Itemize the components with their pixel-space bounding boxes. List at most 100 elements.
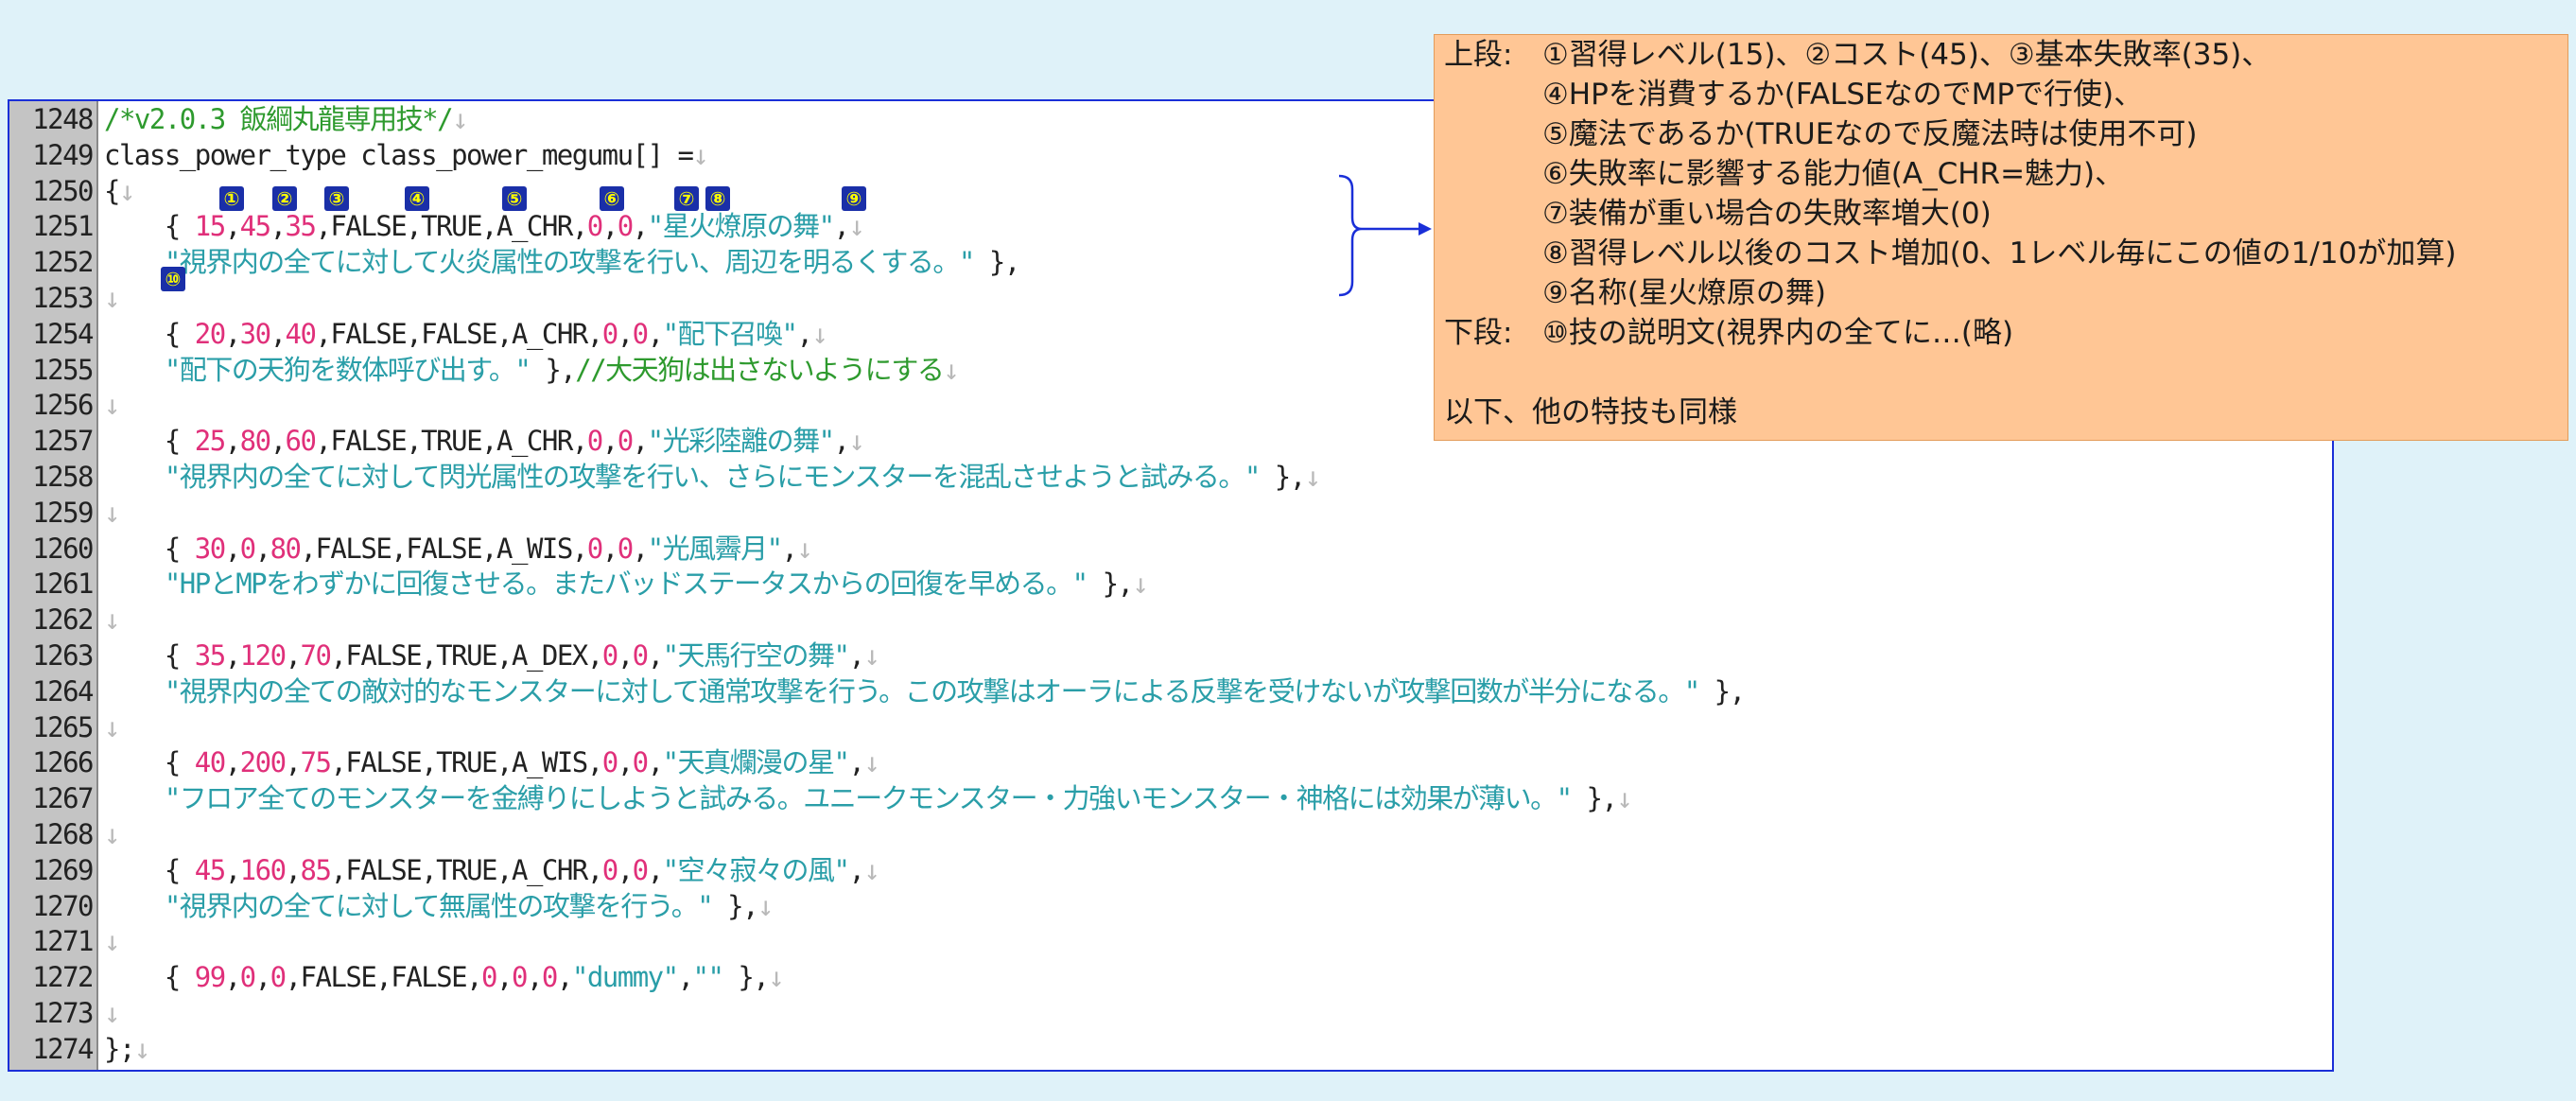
code-token: 45 — [239, 210, 271, 243]
code-token: 0 — [511, 961, 528, 994]
code-token: , — [632, 425, 649, 458]
code-text: { 30,0,80,FALSE,FALSE,A_WIS,0,0,"光風霽月",↓ — [104, 531, 813, 567]
code-token: , — [781, 532, 798, 565]
annotation-upper-row-3: ⑤魔法であるか(TRUEなので反魔法時は使用不可) — [1444, 114, 2558, 154]
code-token: "光彩陸離の舞" — [647, 425, 835, 458]
newline-marker: ↓ — [104, 925, 120, 958]
line-number: 1271 — [32, 925, 94, 958]
code-token: "天真爛漫の星" — [662, 746, 850, 779]
line-number: 1258 — [32, 461, 94, 493]
code-line[interactable]: 1268 ↓ — [9, 816, 2332, 852]
code-token: , — [601, 425, 618, 458]
code-token: , — [617, 853, 634, 886]
code-token: { — [104, 174, 120, 207]
code-token: , — [632, 532, 649, 565]
code-token: , — [617, 746, 634, 779]
code-token: }, — [973, 246, 1020, 279]
code-text: { 35,120,70,FALSE,TRUE,A_DEX,0,0,"天馬行空の舞… — [104, 638, 880, 673]
code-token: { — [104, 317, 195, 350]
line-number: 1251 — [32, 210, 94, 243]
code-text: ↓ — [104, 387, 120, 423]
code-token: , — [285, 746, 302, 779]
code-token: 40 — [194, 746, 226, 779]
code-line[interactable]: 1274 };↓ — [9, 1031, 2332, 1067]
code-token: ,FALSE,TRUE,A_CHR, — [315, 425, 588, 458]
code-token: "天馬行空の舞" — [662, 639, 850, 672]
code-token: ,FALSE,TRUE,A_WIS, — [330, 746, 603, 779]
code-token: }, — [1571, 782, 1617, 815]
code-text: "視界内の全てに対して火炎属性の攻撃を行い、周辺を明るくする。" }, — [104, 244, 1020, 280]
code-token: "配下の天狗を数体呼び出す。" — [164, 353, 531, 386]
newline-marker: ↓ — [1616, 782, 1632, 815]
code-text: "配下の天狗を数体呼び出す。" },//大天狗は出さないようにする↓ — [104, 352, 960, 388]
code-token: 99 — [194, 961, 226, 994]
code-line[interactable]: 1266 { 40,200,75,FALSE,TRUE,A_WIS,0,0,"天… — [9, 744, 2332, 780]
code-line[interactable]: 1267 "フロア全てのモンスターを金縛りにしようと試みる。ユニークモンスター・… — [9, 780, 2332, 816]
code-line[interactable]: 1263 { 35,120,70,FALSE,TRUE,A_DEX,0,0,"天… — [9, 638, 2332, 673]
line-number: 1274 — [32, 1032, 94, 1065]
code-token: { — [104, 853, 195, 886]
code-line[interactable]: 1258 "視界内の全てに対して閃光属性の攻撃を行い、さらにモンスターを混乱させ… — [9, 459, 2332, 495]
code-token: , — [556, 961, 573, 994]
newline-marker: ↓ — [452, 103, 468, 135]
code-line[interactable]: 1261 "HPとMPをわずかに回復させる。またバッドステータスからの回復を早め… — [9, 566, 2332, 602]
code-token: , — [270, 210, 287, 243]
code-token: "dummy" — [571, 961, 679, 994]
code-text: "視界内の全てに対して無属性の攻撃を行う。" },↓ — [104, 888, 775, 924]
lower-label: 下段: — [1444, 316, 1513, 350]
code-text: { 45,160,85,FALSE,TRUE,A_CHR,0,0,"空々寂々の風… — [104, 852, 880, 888]
code-text: ↓ — [104, 495, 120, 531]
code-token: 0 — [239, 961, 256, 994]
code-line[interactable]: 1272 { 99,0,0,FALSE,FALSE,0,0,0,"dummy",… — [9, 959, 2332, 995]
code-token: , — [224, 639, 241, 672]
code-token: , — [224, 853, 241, 886]
code-line[interactable]: 1262 ↓ — [9, 602, 2332, 638]
code-text: "フロア全てのモンスターを金縛りにしようと試みる。ユニークモンスター・力強いモン… — [104, 780, 1633, 816]
code-token: , — [270, 317, 287, 350]
code-token: }, — [1259, 461, 1306, 493]
code-text: "視界内の全ての敵対的なモンスターに対して通常攻撃を行う。この攻撃はオーラによる… — [104, 673, 1746, 709]
code-line[interactable]: 1270 "視界内の全てに対して無属性の攻撃を行う。" },↓ — [9, 888, 2332, 924]
code-line[interactable]: 1273 ↓ — [9, 995, 2332, 1031]
code-token: 80 — [239, 425, 271, 458]
code-token: { — [104, 210, 195, 243]
code-token: "光風霽月" — [647, 532, 783, 565]
code-line[interactable]: 1264 "視界内の全ての敵対的なモンスターに対して通常攻撃を行う。この攻撃はオ… — [9, 673, 2332, 709]
annotation-item-10: ⑩技の説明文(視界内の全てに…(略) — [1542, 316, 2014, 350]
code-token: ,FALSE,FALSE,A_CHR, — [315, 317, 603, 350]
code-line[interactable]: 1271 ↓ — [9, 923, 2332, 959]
code-token: 25 — [194, 425, 226, 458]
code-text: ↓ — [104, 816, 120, 852]
code-token: , — [647, 639, 664, 672]
code-token: , — [833, 425, 850, 458]
annotation-spacer — [1444, 353, 2558, 393]
line-number: 1264 — [32, 674, 94, 708]
code-text: };↓ — [104, 1031, 150, 1067]
code-token: 0 — [601, 639, 618, 672]
newline-marker: ↓ — [1304, 461, 1321, 493]
code-token: { — [104, 639, 195, 672]
line-number: 1257 — [32, 425, 94, 458]
code-token: "視界内の全てに対して無属性の攻撃を行う。" — [164, 889, 714, 922]
code-token: , — [254, 532, 271, 565]
code-token: 30 — [239, 317, 271, 350]
code-token: , — [270, 425, 287, 458]
code-line[interactable]: 1259 ↓ — [9, 495, 2332, 531]
code-token: 0 — [601, 746, 618, 779]
code-token: ,FALSE,FALSE, — [285, 961, 483, 994]
annotation-box: 上段: ①習得レベル(15)、②コスト(45)、③基本失敗率(35)、 ④HPを消… — [1434, 34, 2568, 441]
code-token: , — [848, 746, 865, 779]
code-token: }, — [722, 961, 769, 994]
newline-marker: ↓ — [848, 425, 865, 458]
code-token: , — [224, 425, 241, 458]
newline-marker: ↓ — [863, 746, 879, 779]
code-token: 0 — [586, 210, 603, 243]
code-line[interactable]: 1260 { 30,0,80,FALSE,FALSE,A_WIS,0,0,"光風… — [9, 531, 2332, 567]
code-token: "視界内の全てに対して閃光属性の攻撃を行い、さらにモンスターを混乱させようと試み… — [164, 461, 1261, 493]
code-line[interactable]: 1265 ↓ — [9, 709, 2332, 745]
code-line[interactable]: 1269 { 45,160,85,FALSE,TRUE,A_CHR,0,0,"空… — [9, 852, 2332, 888]
code-text: class_power_type class_power_megumu[] =↓ — [104, 137, 709, 173]
newline-marker: ↓ — [863, 853, 879, 886]
